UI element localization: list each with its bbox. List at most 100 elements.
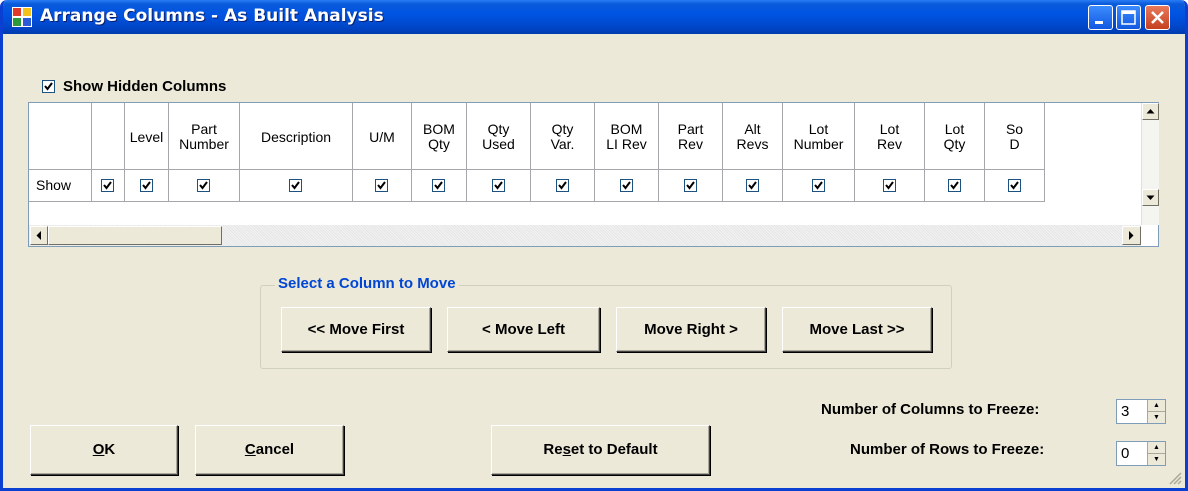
scroll-up-button[interactable] (1142, 103, 1159, 120)
ok-mnemonic: O (92, 441, 105, 458)
show-cell (531, 170, 595, 202)
move-first-button[interactable]: << Move First (281, 307, 431, 352)
checkmark-icon (813, 181, 823, 190)
checkmark-icon (1009, 181, 1019, 190)
checkmark-icon (493, 181, 503, 190)
column-header[interactable]: Description (240, 103, 353, 170)
column-header[interactable]: So D (985, 103, 1045, 170)
vertical-scrollbar[interactable] (1141, 103, 1159, 225)
column-header[interactable]: Level (125, 103, 169, 170)
column-header[interactable]: Part Number (169, 103, 240, 170)
freeze-rows-spinner[interactable]: 0 ▲ ▼ (1116, 441, 1166, 466)
arrow-down-icon (1146, 195, 1155, 200)
checkmark-icon (884, 181, 894, 190)
show-column-checkbox[interactable] (555, 179, 569, 192)
show-column-checkbox[interactable] (882, 179, 896, 192)
resize-grip-icon[interactable] (1168, 471, 1182, 485)
checkmark-icon (747, 181, 757, 190)
checkmark-icon (621, 181, 631, 190)
column-header[interactable]: Alt Revs (723, 103, 783, 170)
reset-part-2: et to Default (570, 441, 658, 458)
column-header[interactable]: Qty Used (467, 103, 531, 170)
cancel-rest: ancel (255, 441, 295, 458)
show-column-checkbox[interactable] (683, 179, 697, 192)
show-column-checkbox[interactable] (101, 179, 114, 192)
freeze-columns-arrows[interactable]: ▲ ▼ (1147, 400, 1165, 423)
show-column-checkbox[interactable] (375, 179, 388, 192)
freeze-columns-value[interactable]: 3 (1121, 403, 1129, 420)
checkmark-icon (434, 181, 443, 190)
show-cell (855, 170, 925, 202)
checkmark-icon (103, 181, 112, 190)
show-hidden-checkbox[interactable] (42, 80, 55, 93)
column-header[interactable]: Part Rev (659, 103, 723, 170)
arrow-up-icon (1146, 109, 1155, 114)
ok-rest: K (104, 441, 116, 458)
column-header[interactable]: BOM LI Rev (595, 103, 659, 170)
checkmark-icon (685, 181, 695, 190)
grid-viewport: Show Level Part Number Description U/M BOM Qt… (29, 103, 1141, 225)
arrow-right-icon (1129, 231, 1134, 240)
show-column-checkbox[interactable] (619, 179, 633, 192)
reset-to-default-button[interactable]: Reset to Default (491, 425, 710, 475)
column-header[interactable]: Lot Qty (925, 103, 985, 170)
move-last-button[interactable]: Move Last >> (782, 307, 932, 352)
freeze-columns-label: Number of Columns to Freeze: (821, 401, 1040, 418)
spin-up-icon[interactable]: ▲ (1148, 442, 1165, 454)
column-header[interactable]: Lot Rev (855, 103, 925, 170)
column-header[interactable]: Lot Number (783, 103, 855, 170)
column-header[interactable]: BOM Qty (412, 103, 467, 170)
reset-part-1: Re (543, 441, 563, 458)
freeze-rows-label: Number of Rows to Freeze: (850, 441, 1045, 458)
checkmark-icon (949, 181, 959, 190)
title-bar[interactable]: Arrange Columns - As Built Analysis (3, 0, 1185, 34)
column-header[interactable]: Qty Var. (531, 103, 595, 170)
maximize-icon (1121, 10, 1136, 25)
arrange-columns-dialog: Arrange Columns - As Built Analysis Show… (0, 0, 1188, 491)
horizontal-scroll-thumb[interactable] (48, 226, 222, 245)
show-cell (595, 170, 659, 202)
show-column-checkbox[interactable] (745, 179, 759, 192)
scroll-right-button[interactable] (1122, 226, 1141, 245)
move-group-title: Select a Column to Move (275, 275, 459, 292)
show-column-checkbox[interactable] (947, 179, 961, 192)
spin-down-icon[interactable]: ▼ (1148, 454, 1165, 465)
show-column-checkbox[interactable] (432, 179, 445, 192)
cancel-button[interactable]: Cancel (195, 425, 344, 475)
checkmark-icon (291, 181, 300, 190)
show-column-checkbox[interactable] (139, 179, 153, 192)
checkmark-icon (377, 181, 386, 190)
show-column-checkbox[interactable] (811, 179, 825, 192)
show-cell (985, 170, 1045, 202)
ok-button[interactable]: OK (30, 425, 178, 475)
row-header-show: Show (29, 170, 92, 202)
horizontal-scrollbar[interactable] (29, 225, 1141, 246)
maximize-button[interactable] (1116, 5, 1141, 30)
freeze-rows-value[interactable]: 0 (1121, 445, 1129, 462)
spin-down-icon[interactable]: ▼ (1148, 412, 1165, 423)
window-title: Arrange Columns - As Built Analysis (40, 6, 384, 26)
column-header[interactable]: U/M (353, 103, 412, 170)
freeze-rows-arrows[interactable]: ▲ ▼ (1147, 442, 1165, 465)
column-header[interactable] (92, 103, 125, 170)
move-right-button[interactable]: Move Right > (616, 307, 766, 352)
close-button[interactable] (1145, 5, 1170, 30)
show-cell (925, 170, 985, 202)
show-column-checkbox[interactable] (491, 179, 505, 192)
checkmark-icon (199, 181, 208, 190)
show-column-checkbox[interactable] (197, 179, 210, 192)
minimize-button[interactable] (1088, 5, 1113, 30)
show-cell (240, 170, 353, 202)
arrow-left-icon (36, 231, 41, 240)
scroll-down-button[interactable] (1142, 189, 1159, 206)
minimize-icon (1095, 21, 1103, 24)
freeze-columns-spinner[interactable]: 3 ▲ ▼ (1116, 399, 1166, 424)
app-icon (12, 7, 32, 27)
show-column-checkbox[interactable] (1007, 179, 1021, 192)
spin-up-icon[interactable]: ▲ (1148, 400, 1165, 412)
show-cell (783, 170, 855, 202)
close-icon (1151, 11, 1164, 24)
move-left-button[interactable]: < Move Left (447, 307, 600, 352)
scroll-left-button[interactable] (30, 226, 48, 245)
show-column-checkbox[interactable] (289, 179, 302, 192)
